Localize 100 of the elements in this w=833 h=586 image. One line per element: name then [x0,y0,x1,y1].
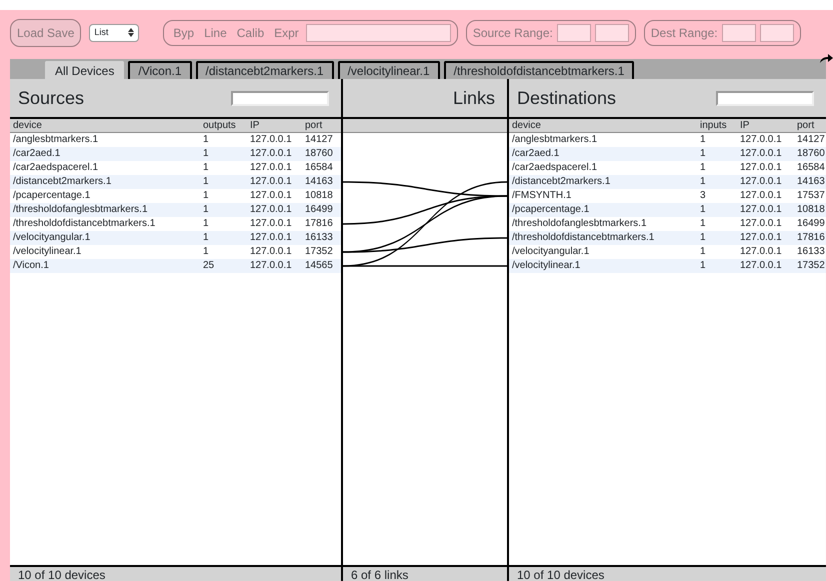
device-row[interactable]: /distancebt2markers.1 1 127.0.0.1 14163 [509,175,826,189]
table-cell-text: 127.0.0.1 [739,231,783,245]
table-cell-text: 25 [202,259,216,273]
device-row[interactable]: /thresholdofdistancebtmarkers.1 1 127.0.0.1 17816 [509,231,826,245]
table-cell-text: 1 [699,203,707,217]
table-cell-text: /car2aedspacerel.1 [12,161,100,175]
table-cell-text: 10818 [796,203,826,217]
device-row[interactable]: /velocitylinear.1 1 127.0.0.1 17352 [10,245,341,259]
table-cell-text: 127.0.0.1 [739,259,783,273]
link-line[interactable] [343,181,507,197]
device-row[interactable]: /pcapercentage.1 1 127.0.0.1 10818 [10,189,341,203]
table-cell-text: 127.0.0.1 [249,133,293,147]
table-cell-text: 127.0.0.1 [739,161,783,175]
table-cell-text: /velocitylinear.1 [511,259,582,273]
dest-range-label: Dest Range: [650,25,718,42]
device-row[interactable]: /distancebt2markers.1 1 127.0.0.1 14163 [10,175,341,189]
device-tab[interactable]: /Vicon.1 [128,61,192,79]
table-cell-text: /thresholdofdistancebtmarkers.1 [12,217,156,231]
table-cell-text: 18760 [304,147,334,161]
table-cell-text: /anglesbtmarkers.1 [12,133,100,147]
table-cell-text: 127.0.0.1 [249,259,293,273]
device-row[interactable]: /anglesbtmarkers.1 1 127.0.0.1 14127 [10,133,341,147]
table-cell-text: 1 [699,133,707,147]
table-cell-text: 127.0.0.1 [249,231,293,245]
panel-title: Destinations [517,86,616,110]
range-field[interactable] [594,24,629,42]
table-cell-text: 16499 [304,203,334,217]
table-cell-text: 127.0.0.1 [249,175,293,189]
device-row[interactable]: /thresholdofdistancebtmarkers.1 1 127.0.0.1 17816 [10,217,341,231]
table-cell-text: /thresholdofdistancebtmarkers.1 [511,231,656,245]
device-row[interactable]: /pcapercentage.1 1 127.0.0.1 10818 [509,203,826,217]
panel-title: Sources [18,86,84,110]
device-tab[interactable]: /velocitylinear.1 [338,61,440,79]
device-row[interactable]: /thresholdofanglesbtmarkers.1 1 127.0.0.1 16499 [509,217,826,231]
table-cell-text: 1 [699,175,707,189]
table-cell-text: 17352 [304,245,334,259]
expression-field[interactable] [306,24,451,42]
table-cell-text: 17352 [796,259,826,273]
device-count: 10 of 10 devices [10,565,341,581]
device-row[interactable]: /car2aedspacerel.1 1 127.0.0.1 16584 [10,161,341,175]
table-cell-text: 127.0.0.1 [739,147,783,161]
stepper-icon [128,28,134,38]
table-cell-text: 127.0.0.1 [249,217,293,231]
table-cell-text: /velocitylinear.1 [12,245,82,259]
table-cell-text: /pcapercentage.1 [12,189,92,203]
redo-arrow-icon [819,54,833,64]
table-cell-text: 17537 [796,189,826,203]
device-row[interactable]: /velocityangular.1 1 127.0.0.1 16133 [10,231,341,245]
table-cell-text: /thresholdofanglesbtmarkers.1 [511,217,648,231]
device-row[interactable]: /velocityangular.1 1 127.0.0.1 16133 [509,245,826,259]
device-row[interactable]: /car2aed.1 1 127.0.0.1 18760 [509,147,826,161]
device-row[interactable]: /car2aed.1 1 127.0.0.1 18760 [10,147,341,161]
table-cell-text: 18760 [796,147,826,161]
table-cell-text: 1 [699,161,707,175]
range-field[interactable] [722,24,756,42]
table-cell-text: 1 [699,259,707,273]
device-tab[interactable]: /thresholdofdistancebtmarkers.1 [444,61,634,79]
table-cell-text: 127.0.0.1 [739,175,783,189]
device-row[interactable]: /anglesbtmarkers.1 1 127.0.0.1 14127 [509,133,826,147]
table-cell-text: 1 [202,231,210,245]
table-cell-text: 17816 [796,231,826,245]
range-field[interactable] [760,24,794,42]
table-cell-text: 16584 [796,161,826,175]
table-cell-text: 10818 [304,189,334,203]
search-field[interactable] [716,90,814,106]
range-field[interactable] [556,24,591,42]
device-tab[interactable]: /distancebt2markers.1 [196,61,334,79]
table-cell-text: 16133 [304,231,334,245]
table-cell-text: 1 [202,245,210,259]
table-cell-text: 127.0.0.1 [739,245,783,259]
device-tab[interactable]: All Devices [45,61,124,79]
table-cell-text: /distancebt2markers.1 [511,175,612,189]
device-row[interactable]: /car2aedspacerel.1 1 127.0.0.1 16584 [509,161,826,175]
device-row[interactable]: /Vicon.1 25 127.0.0.1 14565 [10,259,341,273]
table-cell-text: 127.0.0.1 [249,245,293,259]
column-header: device [12,119,43,132]
view-select[interactable]: List [89,24,140,42]
panel-title: Links [452,86,495,110]
table-cell-text: 14163 [304,175,334,189]
device-row[interactable]: /velocitylinear.1 1 127.0.0.1 17352 [509,259,826,273]
table-cell-text: /anglesbtmarkers.1 [511,133,598,147]
table-cell-text: /velocityangular.1 [12,231,92,245]
table-cell-text: 16133 [796,245,826,259]
column-header: port [796,119,816,132]
device-row[interactable]: /thresholdofanglesbtmarkers.1 1 127.0.0.1 16499 [10,203,341,217]
search-field[interactable] [231,90,329,106]
link-count: 6 of 6 links [343,565,507,581]
table-cell-text: 14565 [304,259,334,273]
link-line[interactable] [343,181,507,267]
column-header: IP [739,119,750,132]
table-cell-text: 14127 [796,133,826,147]
table-cell-text: 1 [699,217,707,231]
device-row[interactable]: /FMSYNTH.1 3 127.0.0.1 17537 [509,189,826,203]
table-cell-text: 14163 [796,175,826,189]
table-cell-text: 1 [202,217,210,231]
table-cell-text: 127.0.0.1 [249,203,293,217]
link-line[interactable] [343,237,507,253]
table-cell-text: /thresholdofanglesbtmarkers.1 [12,203,149,217]
table-cell-text: /distancebt2markers.1 [12,175,112,189]
table-cell-text: /car2aedspacerel.1 [511,161,598,175]
